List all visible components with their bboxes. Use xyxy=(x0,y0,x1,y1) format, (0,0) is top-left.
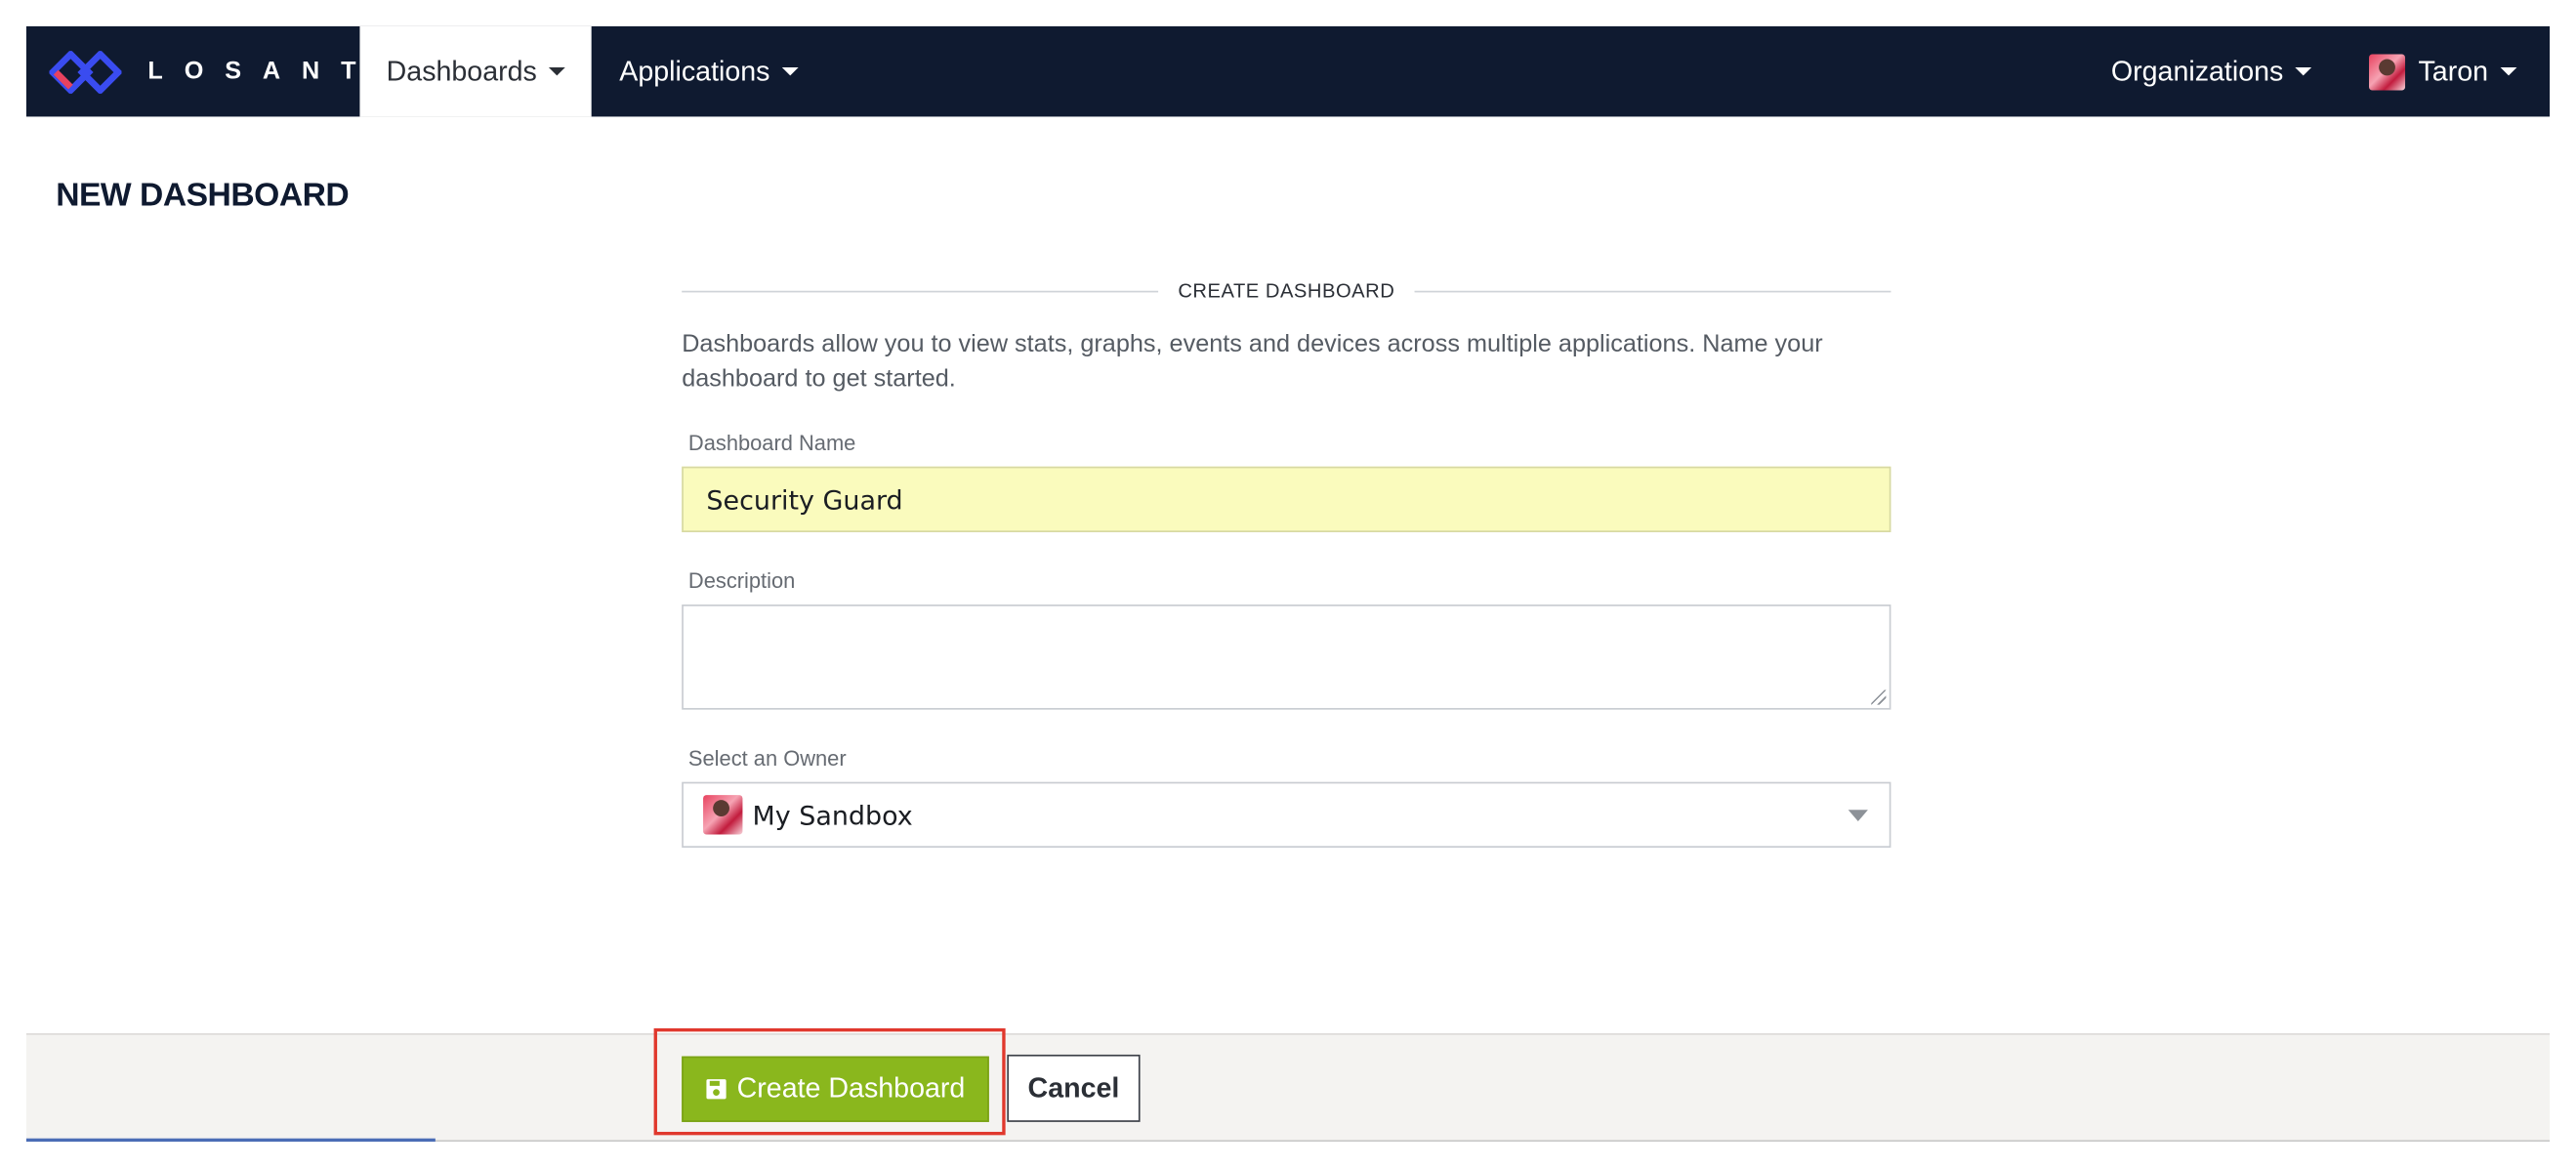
intro-text-line: Dashboards allow you to view stats, grap… xyxy=(682,330,1823,358)
top-navbar: LOSANT Dashboards Applications Organizat… xyxy=(25,25,2551,117)
nav-dashboards-label: Dashboards xyxy=(386,55,537,87)
nav-organizations[interactable]: Organizations xyxy=(2111,26,2311,117)
owner-selected-value: My Sandbox xyxy=(752,799,913,831)
caret-down-icon xyxy=(781,66,799,76)
divider xyxy=(682,289,1159,292)
create-dashboard-button[interactable]: Create Dashboard xyxy=(682,1056,989,1122)
owner-select[interactable]: My Sandbox xyxy=(682,781,1891,848)
owner-avatar xyxy=(703,795,743,835)
create-dashboard-form: CREATE DASHBOARD Dashboards allow you to… xyxy=(682,271,1891,848)
resize-handle-icon[interactable] xyxy=(1871,689,1887,705)
intro-text-line: dashboard to get started. xyxy=(682,364,956,394)
dropdown-arrow-icon xyxy=(1848,810,1868,822)
create-dashboard-label: Create Dashboard xyxy=(736,1072,966,1105)
caret-down-icon xyxy=(2499,66,2516,76)
description-textarea[interactable] xyxy=(682,605,1891,710)
cancel-button[interactable]: Cancel xyxy=(1007,1054,1141,1122)
brand[interactable]: LOSANT xyxy=(49,26,377,117)
section-heading-label: CREATE DASHBOARD xyxy=(1178,278,1395,303)
save-icon xyxy=(705,1079,726,1100)
nav-applications[interactable]: Applications xyxy=(619,26,799,117)
description-label: Description xyxy=(687,568,796,594)
user-avatar xyxy=(2369,53,2406,90)
brand-name: LOSANT xyxy=(147,57,378,86)
intro-text: Dashboards allow you to view stats, grap… xyxy=(682,327,1890,396)
section-heading: CREATE DASHBOARD xyxy=(682,271,1891,311)
form-action-bar xyxy=(25,1033,2551,1143)
dashboard-name-label: Dashboard Name xyxy=(687,430,856,455)
page-title: NEW DASHBOARD xyxy=(56,177,350,214)
losant-logo-icon xyxy=(49,50,122,94)
nav-user-menu[interactable]: Taron xyxy=(2369,26,2516,117)
owner-label: Select an Owner xyxy=(687,745,847,771)
user-name: Taron xyxy=(2418,55,2489,87)
caret-down-icon xyxy=(2295,66,2311,76)
caret-down-icon xyxy=(548,66,565,76)
accent-line xyxy=(25,1138,436,1143)
cancel-label: Cancel xyxy=(1027,1071,1120,1104)
nav-organizations-label: Organizations xyxy=(2110,55,2284,87)
divider xyxy=(1414,289,1891,292)
nav-dashboards[interactable]: Dashboards xyxy=(359,25,592,117)
nav-applications-label: Applications xyxy=(619,55,770,87)
dashboard-name-input[interactable] xyxy=(682,466,1891,533)
